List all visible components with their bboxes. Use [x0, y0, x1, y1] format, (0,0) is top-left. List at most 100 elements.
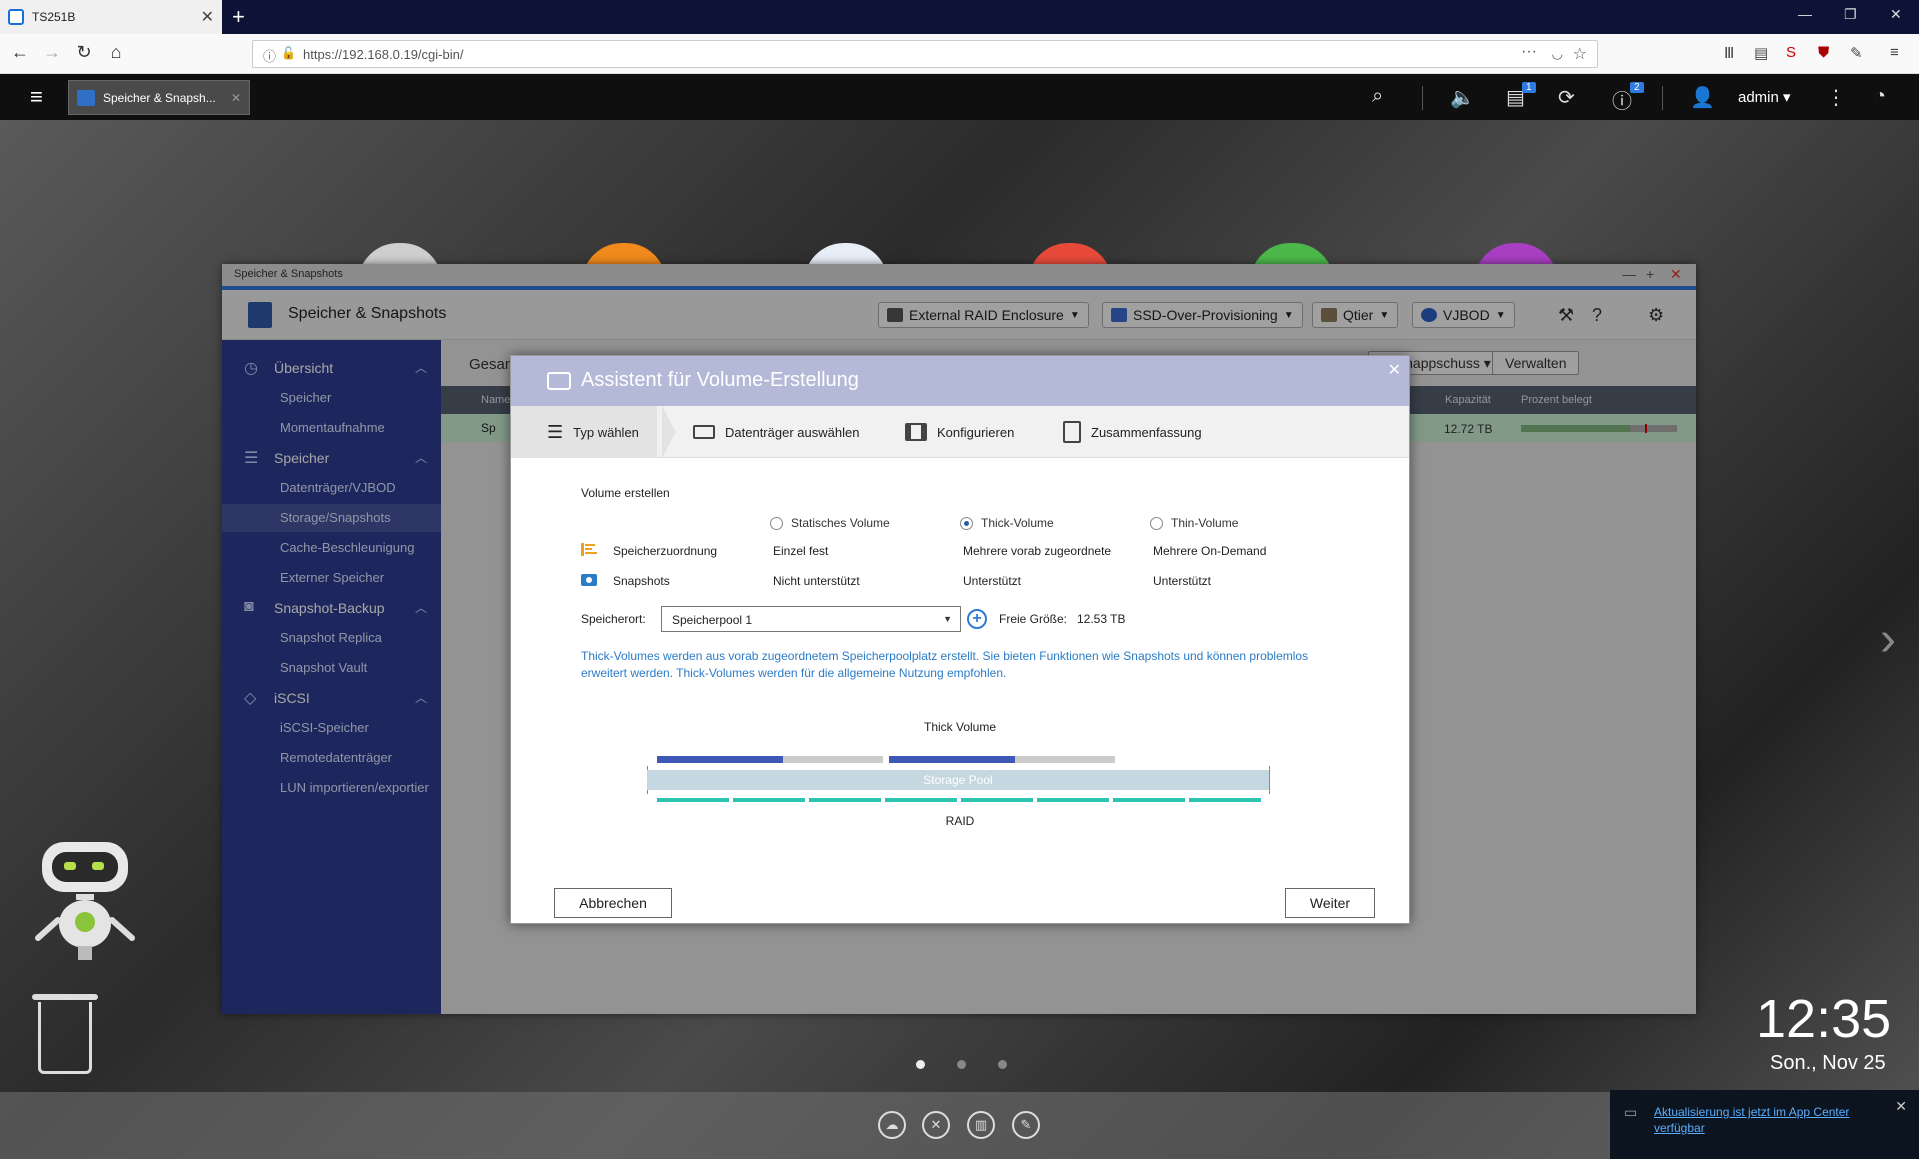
static-allocation: Einzel fest — [773, 544, 829, 558]
desktop-date: Son., Nov 25 — [1770, 1052, 1886, 1074]
clipboard-icon — [1063, 421, 1081, 443]
list-icon: ☰ — [547, 421, 564, 442]
thin-volume-radio[interactable]: Thin-Volume — [1150, 516, 1238, 530]
radio-thick[interactable] — [960, 516, 973, 530]
thick-allocation: Mehrere vorab zugeordnete — [963, 544, 1112, 558]
raid-segment — [961, 798, 1033, 802]
dashboard-gauge-icon[interactable]: ◔ — [1874, 85, 1886, 108]
insecure-lock-icon[interactable]: 🔓 — [281, 46, 296, 60]
chevron-down-icon[interactable]: ▼ — [943, 614, 952, 624]
disk-icon — [547, 372, 571, 390]
pool-edge — [1269, 766, 1270, 794]
user-avatar-icon[interactable]: 👤 — [1690, 85, 1715, 110]
qnap-favicon-icon — [8, 9, 24, 25]
forward-icon[interactable]: → — [40, 42, 64, 63]
next-desktop-arrow-icon[interactable]: › — [1880, 612, 1896, 667]
dialog-title: Assistent für Volume-Erstellung — [581, 369, 859, 391]
thick-volume-radio[interactable]: Thick-Volume — [960, 516, 1054, 530]
static-volume-radio[interactable]: Statisches Volume — [770, 516, 890, 530]
cloud-icon[interactable]: ☁ — [878, 1111, 906, 1139]
page-actions-icon[interactable]: ··· — [1521, 43, 1537, 61]
info-icon[interactable]: ⓘ — [263, 46, 276, 65]
qts-topbar: ≡ Speicher & Snapsh... ✕ ⌕ 🔈 ▤ 1 ⟳ ⓘ 2 👤… — [0, 74, 1919, 120]
new-tab-button[interactable]: + — [232, 4, 245, 30]
search-icon[interactable]: ⌕ — [1372, 85, 1383, 108]
browser-tab[interactable]: TS251B ✕ — [0, 0, 222, 34]
tasks-badge: 1 — [1522, 82, 1536, 93]
radio-thin[interactable] — [1150, 516, 1163, 530]
step-configure: Konfigurieren — [905, 406, 1014, 458]
bookmark-star-icon[interactable]: ☆ — [1573, 44, 1587, 64]
close-app-icon[interactable]: ✕ — [231, 91, 241, 105]
ublock-shield-icon[interactable]: ⛊ — [1818, 44, 1829, 61]
helpdesk-robot-icon[interactable] — [30, 838, 140, 968]
library-icon[interactable]: Ⅲ — [1724, 44, 1734, 62]
recycle-bin-icon[interactable] — [38, 1002, 92, 1074]
thick-volume-block — [889, 756, 1115, 763]
step-arrow — [662, 406, 676, 458]
configure-icon — [905, 423, 927, 441]
close-window-button[interactable]: ✕ — [1890, 6, 1902, 23]
sidebar-icon[interactable]: ▤ — [1754, 44, 1768, 62]
browser-tabbar: TS251B ✕ + — ❐ ✕ — [0, 0, 1919, 34]
url-bar[interactable]: ⓘ 🔓 https://192.168.0.19/cgi-bin/ ··· ◡ … — [252, 40, 1598, 68]
snapshots-row-label: Snapshots — [613, 574, 670, 588]
notification-link[interactable]: Aktualisierung ist jetzt im App Center v… — [1654, 1104, 1874, 1136]
event-notifications-icon[interactable]: ⓘ — [1612, 85, 1632, 114]
free-size-label: Freie Größe: — [999, 612, 1068, 626]
step-select-disks: Datenträger auswählen — [693, 406, 859, 458]
message-icon: ▭ — [1624, 1104, 1638, 1120]
step-label: Typ wählen — [573, 424, 639, 440]
page-dot-active[interactable] — [916, 1060, 925, 1069]
main-menu-icon[interactable]: ≡ — [30, 84, 43, 110]
free-size-value: 12.53 TB — [1077, 612, 1126, 626]
step-type: ☰ Typ wählen — [511, 406, 657, 458]
page-dot[interactable] — [998, 1060, 1007, 1069]
desktop-clock: 12:35 — [1756, 989, 1892, 1049]
home-icon[interactable]: ⌂ — [104, 42, 128, 63]
close-dialog-icon[interactable]: ✕ — [1388, 360, 1401, 380]
add-pool-icon[interactable]: + — [967, 609, 987, 629]
close-notification-icon[interactable]: ✕ — [1895, 1098, 1907, 1115]
raid-segment — [1037, 798, 1109, 802]
back-icon[interactable]: ← — [8, 42, 32, 63]
radio-label: Thick-Volume — [981, 516, 1054, 530]
restore-window-button[interactable]: ❐ — [1844, 6, 1857, 23]
page-dot[interactable] — [957, 1060, 966, 1069]
next-button[interactable]: Weiter — [1285, 888, 1375, 918]
radio-static[interactable] — [770, 516, 783, 530]
raid-segment — [885, 798, 957, 802]
diagram-title: Thick Volume — [923, 720, 997, 734]
edit-icon[interactable]: ✎ — [1012, 1111, 1040, 1139]
volume-icon[interactable]: 🔈 — [1450, 85, 1475, 110]
extension-s-icon[interactable]: S — [1786, 44, 1796, 61]
browser-tab-title: TS251B — [32, 10, 76, 24]
raid-segment — [733, 798, 805, 802]
allocation-row-label: Speicherzuordnung — [613, 544, 718, 558]
update-notification[interactable]: ▭ Aktualisierung ist jetzt im App Center… — [1610, 1090, 1919, 1159]
reload-icon[interactable]: ↻ — [72, 42, 96, 63]
minimize-window-button[interactable]: — — [1798, 6, 1812, 22]
wrench-icon[interactable]: ✎ — [1850, 44, 1863, 62]
cancel-button[interactable]: Abbrechen — [554, 888, 672, 918]
snapshot-camera-icon — [581, 574, 597, 586]
radio-label: Statisches Volume — [791, 516, 890, 530]
dialog-body: Volume erstellen Statisches Volume Thick… — [511, 458, 1409, 923]
url-text[interactable]: https://192.168.0.19/cgi-bin/ — [303, 47, 463, 62]
tools-icon[interactable]: ✕ — [922, 1111, 950, 1139]
thick-volume-block — [657, 756, 883, 763]
menu-icon[interactable]: ≡ — [1890, 44, 1899, 61]
app-taskbar-tab[interactable]: Speicher & Snapsh... ✕ — [68, 80, 250, 115]
storage-pool-select[interactable]: Speicherpool 1 ▼ — [661, 606, 961, 632]
more-options-icon[interactable]: ⋮ — [1826, 85, 1846, 110]
step-label: Konfigurieren — [937, 424, 1015, 440]
thin-snapshots: Unterstützt — [1153, 574, 1212, 588]
external-devices-icon[interactable]: ⟳ — [1558, 85, 1575, 110]
user-menu[interactable]: admin ▾ — [1738, 88, 1791, 106]
thin-allocation: Mehrere On-Demand — [1153, 544, 1267, 558]
columns-icon[interactable]: ▥ — [967, 1111, 995, 1139]
drive-icon — [693, 425, 715, 439]
pocket-icon[interactable]: ◡ — [1552, 46, 1563, 62]
storage-pool-bar: Storage Pool — [647, 770, 1269, 790]
close-tab-icon[interactable]: ✕ — [201, 7, 214, 27]
